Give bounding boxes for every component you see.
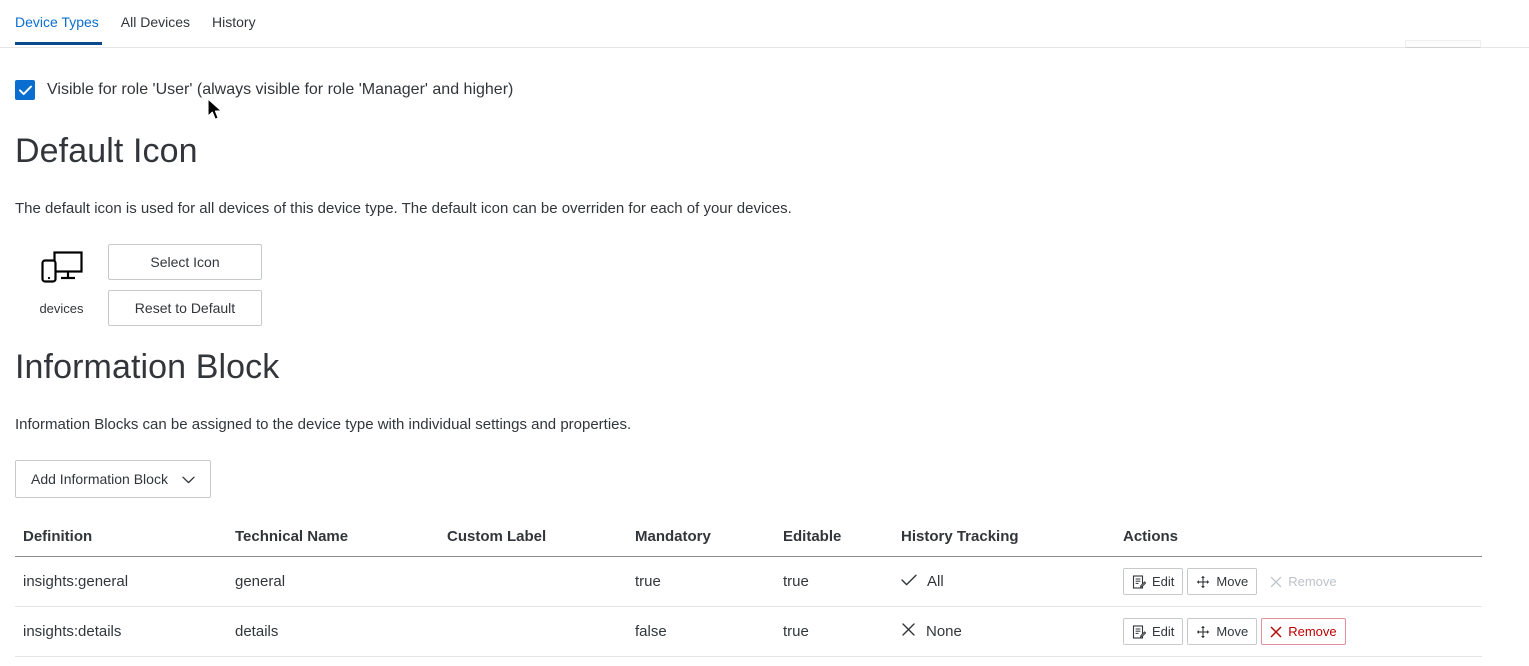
move-button-label: Move [1216, 624, 1248, 639]
default-icon-block: devices Select Icon Reset to Default [15, 244, 1514, 326]
history-tracking-value: All [927, 573, 944, 590]
cell-mandatory: false [627, 607, 775, 657]
remove-button-label: Remove [1288, 574, 1336, 589]
move-arrows-icon [1196, 575, 1210, 589]
tab-all-devices[interactable]: All Devices [110, 0, 201, 45]
close-icon [901, 622, 916, 641]
add-information-block-button[interactable]: Add Information Block [15, 460, 211, 498]
default-icon-description: The default icon is used for all devices… [15, 199, 1514, 219]
cell-mandatory: true [627, 557, 775, 607]
table-row[interactable]: insights:details details false true None [15, 607, 1482, 657]
cell-actions: Edit [1115, 557, 1482, 607]
reset-to-default-button[interactable]: Reset to Default [108, 290, 262, 326]
add-information-block-label: Add Information Block [31, 471, 168, 487]
information-block-description: Information Blocks can be assigned to th… [15, 415, 1514, 435]
cell-actions: Edit [1115, 607, 1482, 657]
visible-for-role-label: Visible for role 'User' (always visible … [47, 81, 513, 99]
edit-button-label: Edit [1152, 574, 1174, 589]
information-block-title: Information Block [15, 348, 1514, 387]
tab-history-label: History [212, 14, 256, 30]
row-action-buttons: Edit [1123, 568, 1474, 595]
history-tracking-value: None [926, 623, 962, 640]
cell-editable: true [775, 557, 893, 607]
main-content: Visible for role 'User' (always visible … [0, 70, 1529, 657]
cell-technical-name: details [227, 607, 439, 657]
column-header-technical-name: Technical Name [227, 528, 439, 557]
table-row[interactable]: insights:general general true true All [15, 557, 1482, 607]
edit-button[interactable]: Edit [1123, 618, 1183, 645]
default-icon-buttons: Select Icon Reset to Default [108, 244, 262, 326]
edit-button-label: Edit [1152, 624, 1174, 639]
devices-icon [39, 246, 85, 290]
check-icon [901, 573, 917, 590]
tab-history[interactable]: History [201, 0, 267, 45]
devices-icon-caption: devices [39, 301, 83, 316]
default-icon-title: Default Icon [15, 132, 1514, 171]
column-header-editable: Editable [775, 528, 893, 557]
information-blocks-table: Definition Technical Name Custom Label M… [15, 528, 1482, 657]
move-arrows-icon [1196, 625, 1210, 639]
cell-technical-name: general [227, 557, 439, 607]
cell-definition: insights:details [15, 607, 227, 657]
close-icon [1270, 626, 1282, 638]
column-header-custom-label: Custom Label [439, 528, 627, 557]
column-header-mandatory: Mandatory [627, 528, 775, 557]
column-header-definition: Definition [15, 528, 227, 557]
tab-device-types[interactable]: Device Types [15, 0, 110, 45]
visible-for-role-checkbox[interactable] [15, 80, 35, 100]
move-button[interactable]: Move [1187, 618, 1257, 645]
cell-history-tracking: All [893, 557, 1115, 607]
chevron-down-icon [182, 471, 195, 487]
table-header-row: Definition Technical Name Custom Label M… [15, 528, 1482, 557]
remove-button: Remove [1261, 568, 1345, 595]
tab-bar: Device Types All Devices History [0, 0, 1529, 48]
cell-editable: true [775, 607, 893, 657]
move-button-label: Move [1216, 574, 1248, 589]
close-icon [1270, 576, 1282, 588]
remove-button-label: Remove [1288, 624, 1336, 639]
cell-custom-label [439, 557, 627, 607]
visible-for-role-row[interactable]: Visible for role 'User' (always visible … [15, 70, 1514, 110]
tab-device-types-label: Device Types [15, 14, 99, 30]
tab-all-devices-label: All Devices [121, 14, 190, 30]
edit-document-icon [1132, 575, 1146, 589]
move-button[interactable]: Move [1187, 568, 1257, 595]
edit-button[interactable]: Edit [1123, 568, 1183, 595]
select-icon-button[interactable]: Select Icon [108, 244, 262, 280]
clipped-toolbar-control[interactable] [1405, 40, 1481, 48]
column-header-actions: Actions [1115, 528, 1482, 557]
cell-history-tracking: None [893, 607, 1115, 657]
cell-custom-label [439, 607, 627, 657]
edit-document-icon [1132, 625, 1146, 639]
default-icon-preview: devices [15, 244, 108, 316]
remove-button[interactable]: Remove [1261, 618, 1345, 645]
row-action-buttons: Edit [1123, 618, 1474, 645]
cell-definition: insights:general [15, 557, 227, 607]
column-header-history-tracking: History Tracking [893, 528, 1115, 557]
